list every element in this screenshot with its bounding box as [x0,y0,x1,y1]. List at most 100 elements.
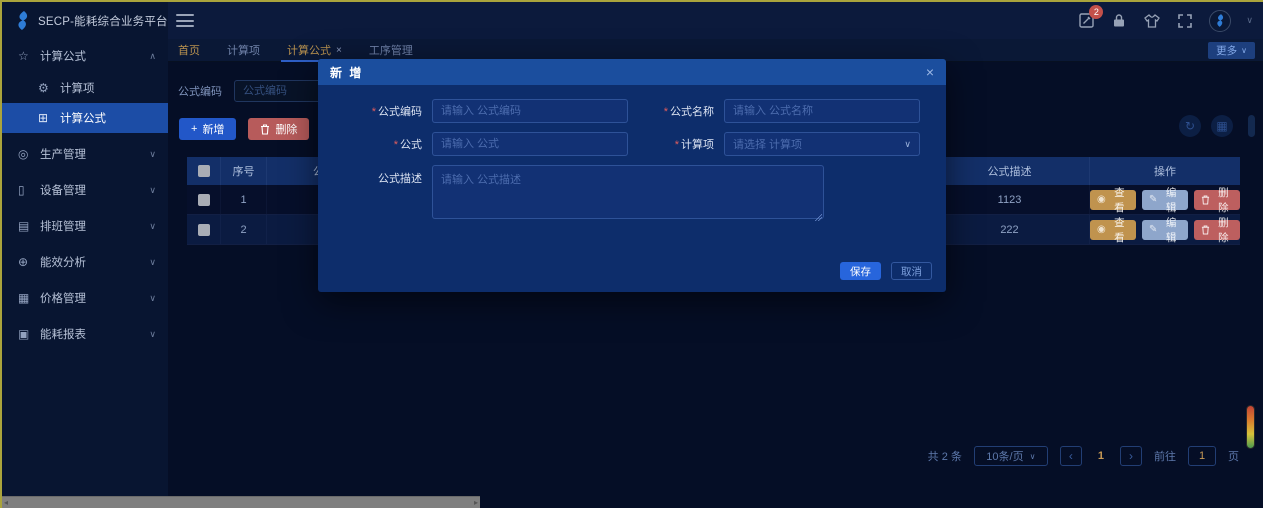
sidebar-item-efficiency[interactable]: ⊕ 能效分析 ∨ [2,247,168,277]
top-header: 2 ∨ [168,2,1263,39]
pagination: 共 2 条 10条/页 ∨ ‹ 1 › 前往 页 [928,446,1239,466]
view-button[interactable]: ◉ 查看 [1090,190,1136,210]
user-menu-caret-icon[interactable]: ∨ [1246,15,1253,26]
chevron-down-icon: ∨ [904,139,911,150]
eye-icon: ◉ [1097,224,1106,235]
dialog-footer: 保存 取消 [840,262,932,280]
formula-desc-textarea[interactable] [432,165,824,219]
cell-index: 1 [221,185,267,214]
current-page[interactable]: 1 [1094,450,1108,462]
sidebar-item-scheduling[interactable]: ▤ 排班管理 ∨ [2,211,168,241]
formula-name-input[interactable] [724,99,920,123]
row-checkbox[interactable] [198,194,210,206]
more-tabs-button[interactable]: 更多 ∨ [1208,42,1255,59]
total-count: 共 2 条 [928,448,962,464]
formula-input[interactable] [432,132,628,156]
horizontal-scrollbar[interactable]: ◂ ▸ [2,496,480,508]
plus-icon: + [191,123,197,135]
search-filter-row: 公式编码 [178,80,338,102]
next-page-button[interactable]: › [1120,446,1142,466]
fullscreen-icon[interactable] [1176,12,1194,30]
scroll-heatmap-indicator [1247,406,1254,448]
schedule-icon: ▤ [18,219,40,233]
chevron-down-icon: ∨ [149,221,156,232]
chevron-down-icon: ∨ [149,329,156,340]
trash-icon [1201,195,1210,205]
sidebar-item-production[interactable]: ◎ 生产管理 ∨ [2,139,168,169]
dialog-body: *公式编码 *公式名称 *公式 *计算项 请选择 计算项 ∨ [318,85,946,224]
sidebar-item-pricing[interactable]: ▦ 价格管理 ∨ [2,283,168,313]
table-toolbar: + 新增 删除 [179,118,309,140]
chevron-down-icon: ∨ [149,293,156,304]
col-header-desc: 公式描述 [930,157,1090,185]
notification-badge: 2 [1089,5,1103,19]
sidebar-item-reports[interactable]: ▣ 能耗报表 ∨ [2,319,168,349]
sidebar: SECP-能耗综合业务平台 ☆ 计算公式 ∧ ⚙ 计算项 ⊞ 计算公式 ◎ 生产… [2,2,168,508]
chevron-down-icon: ∨ [149,185,156,196]
table-tools: ↻ ▦ [1179,115,1233,137]
calc-item-select[interactable]: 请选择 计算项 ∨ [724,132,920,156]
row-checkbox[interactable] [198,224,210,236]
filter-label: 公式编码 [178,83,222,99]
edit-button[interactable]: ✎ 编辑 [1142,190,1188,210]
hamburger-menu-icon[interactable] [176,14,194,27]
analysis-icon: ⊕ [18,255,40,269]
mini-scroll-indicator [1248,115,1255,137]
chevron-down-icon: ∨ [149,149,156,160]
delete-row-button[interactable]: 删除 [1194,220,1240,240]
lock-icon[interactable] [1110,12,1128,30]
sidebar-item-calc-item[interactable]: ⚙ 计算项 [2,73,168,103]
theme-tshirt-icon[interactable] [1143,12,1161,30]
production-icon: ◎ [18,147,40,161]
user-avatar[interactable] [1209,10,1231,32]
goto-page-input[interactable] [1188,446,1216,466]
goto-suffix: 页 [1228,448,1239,464]
required-asterisk: * [675,139,679,151]
refresh-icon[interactable]: ↻ [1179,115,1201,137]
edit-button[interactable]: ✎ 编辑 [1142,220,1188,240]
tab-home[interactable]: 首页 [178,39,200,62]
chevron-down-icon: ∨ [1030,452,1036,461]
sidebar-item-calc-formula[interactable]: ⊞ 计算公式 [2,103,168,133]
gear-icon: ⚙ [38,81,60,95]
delete-row-button[interactable]: 删除 [1194,190,1240,210]
col-header-index: 序号 [221,157,267,185]
view-button[interactable]: ◉ 查看 [1090,220,1136,240]
chevron-down-icon: ∨ [1241,46,1247,55]
close-tab-icon[interactable]: × [336,45,342,56]
desc-label: 公式描述 [336,165,432,186]
select-all-checkbox[interactable] [198,165,210,177]
chevron-down-icon: ∨ [149,257,156,268]
close-icon[interactable]: × [926,65,934,79]
device-icon: ▯ [18,183,40,197]
delete-button[interactable]: 删除 [248,118,309,140]
save-button[interactable]: 保存 [840,262,881,280]
scroll-right-icon[interactable]: ▸ [474,498,478,507]
required-asterisk: * [372,106,376,118]
sidebar-item-equipment[interactable]: ▯ 设备管理 ∨ [2,175,168,205]
add-button[interactable]: + 新增 [179,118,236,140]
report-icon: ▣ [18,327,40,341]
column-settings-icon[interactable]: ▦ [1211,115,1233,137]
page-size-select[interactable]: 10条/页 ∨ [974,446,1048,466]
star-icon: ☆ [18,49,40,63]
trash-icon [1201,225,1210,235]
trash-icon [260,124,270,135]
cell-desc: 1123 [930,185,1090,214]
app-title: SECP-能耗综合业务平台 [38,13,168,29]
required-asterisk: * [394,139,398,151]
scroll-left-icon[interactable]: ◂ [4,498,8,507]
cell-index: 2 [221,215,267,244]
cancel-button[interactable]: 取消 [891,262,932,280]
col-header-actions: 操作 [1090,157,1240,185]
app-window: SECP-能耗综合业务平台 ☆ 计算公式 ∧ ⚙ 计算项 ⊞ 计算公式 ◎ 生产… [0,0,1263,508]
dialog-header: 新 增 × [318,59,946,85]
sidebar-group-formula[interactable]: ☆ 计算公式 ∧ [2,39,168,73]
prev-page-button[interactable]: ‹ [1060,446,1082,466]
app-logo: SECP-能耗综合业务平台 [2,2,168,39]
formula-code-input[interactable] [432,99,628,123]
tab-calc-item[interactable]: 计算项 [227,39,260,62]
message-edit-icon[interactable]: 2 [1077,12,1095,30]
dialog-title: 新 增 [330,64,363,81]
chevron-up-icon: ∧ [149,51,156,62]
